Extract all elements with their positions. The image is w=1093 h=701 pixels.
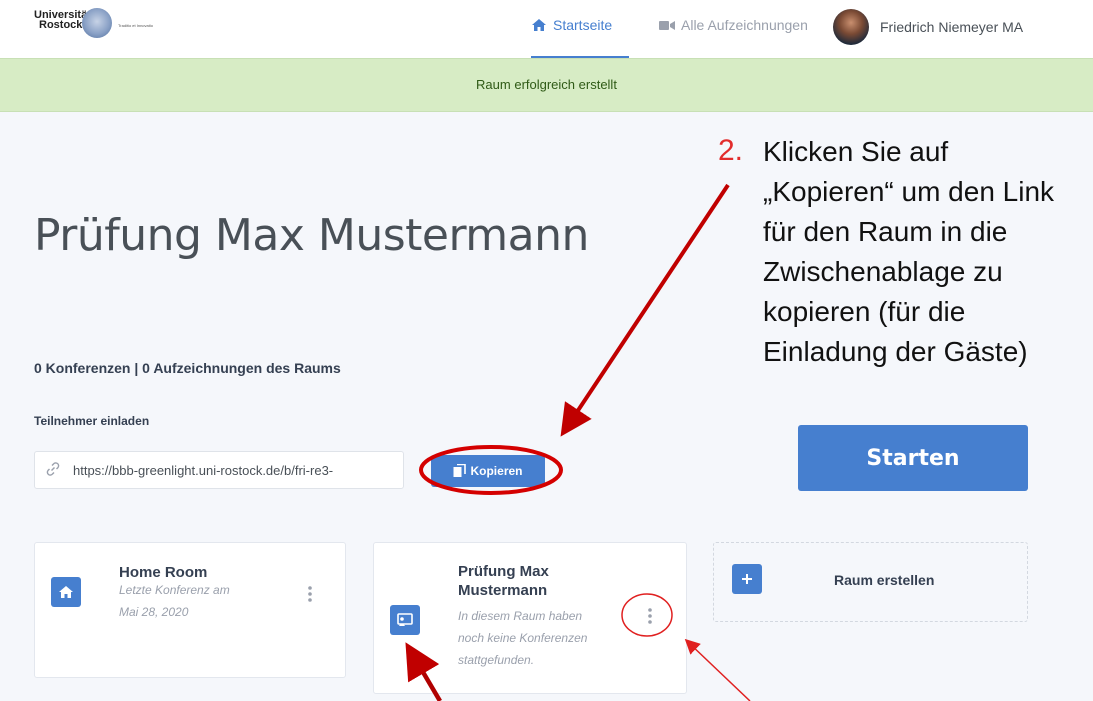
copy-icon [453, 464, 467, 477]
annotation-step-number: 2. [718, 134, 744, 167]
room-card-title-line-2: Mustermann [458, 582, 548, 599]
room-card-subtitle-line-3: stattgefunden. [458, 653, 535, 667]
copy-button-label: Kopieren [470, 464, 523, 478]
start-button[interactable]: Starten [798, 425, 1028, 491]
room-title: Prüfung Max Mustermann [34, 210, 589, 261]
university-seal-icon [82, 8, 112, 38]
presentation-icon [390, 605, 420, 635]
link-icon [35, 461, 71, 479]
video-camera-icon [659, 20, 675, 30]
annotation-line-2: „Kopieren“ um den Link [763, 176, 1055, 207]
annotation-arrow-copy [560, 183, 730, 437]
invite-link-field[interactable] [34, 451, 404, 489]
room-card-menu-icon[interactable] [305, 585, 315, 607]
annotation-text: Klicken Sie auf „Kopieren“ um den Link f… [763, 132, 1093, 372]
annotation-arrow-menu [684, 638, 751, 701]
room-card-title: Prüfung Max Mustermann [458, 562, 549, 600]
invite-link-input[interactable] [71, 461, 401, 479]
room-stats: 0 Konferenzen | 0 Aufzeichnungen des Rau… [34, 360, 341, 376]
create-room-label: Raum erstellen [834, 572, 935, 588]
user-name: Friedrich Niemeyer MA [880, 19, 1024, 35]
success-alert: Raum erfolgreich erstellt [0, 58, 1093, 112]
nav-recordings-label: Alle Aufzeichnungen [681, 17, 808, 33]
room-card-subtitle: In diesem Raum haben noch keine Konferen… [458, 605, 638, 671]
room-card-title-line-1: Prüfung Max [458, 563, 549, 580]
create-room-card[interactable]: Raum erstellen [713, 542, 1028, 622]
home-icon [532, 19, 546, 31]
room-card-menu-icon[interactable] [645, 607, 655, 629]
top-navbar: Universität Rostock Traditio et Innovati… [0, 0, 1093, 58]
logo-tagline: Traditio et Innovatio [118, 23, 153, 28]
copy-button[interactable]: Kopieren [431, 455, 545, 487]
room-card-subtitle-line-1: In diesem Raum haben [458, 609, 583, 623]
room-card-home[interactable]: Home Room Letzte Konferenz am Mai 28, 20… [34, 542, 346, 678]
user-avatar [833, 9, 869, 45]
university-logo[interactable]: Universität Rostock Traditio et Innovati… [34, 8, 204, 46]
annotation-line-4: Zwischenablage zu [763, 256, 1003, 287]
start-button-label: Starten [866, 445, 960, 471]
room-card-pruefung[interactable]: Prüfung Max Mustermann In diesem Raum ha… [373, 542, 687, 694]
nav-home-link[interactable]: Startseite [531, 17, 612, 33]
room-card-subtitle-line-1: Letzte Konferenz am [119, 583, 230, 597]
annotation-line-1: Klicken Sie auf [763, 136, 949, 167]
annotation-line-5: kopieren (für die [763, 296, 966, 327]
user-menu[interactable]: Friedrich Niemeyer MA [833, 9, 1023, 45]
annotation-line-6: Einladung der Gäste) [763, 336, 1028, 367]
home-icon [51, 577, 81, 607]
nav-recordings-link[interactable]: Alle Aufzeichnungen [659, 17, 808, 33]
room-card-subtitle-line-2: Mai 28, 2020 [119, 605, 189, 619]
alert-message: Raum erfolgreich erstellt [476, 77, 617, 92]
annotation-line-3: für den Raum in die [763, 216, 1008, 247]
room-card-subtitle: Letzte Konferenz am Mai 28, 2020 [105, 579, 265, 623]
invite-label: Teilnehmer einladen [34, 414, 150, 428]
room-card-subtitle-line-2: noch keine Konferenzen [458, 631, 588, 645]
plus-icon [732, 564, 762, 594]
nav-home-label: Startseite [553, 17, 613, 33]
